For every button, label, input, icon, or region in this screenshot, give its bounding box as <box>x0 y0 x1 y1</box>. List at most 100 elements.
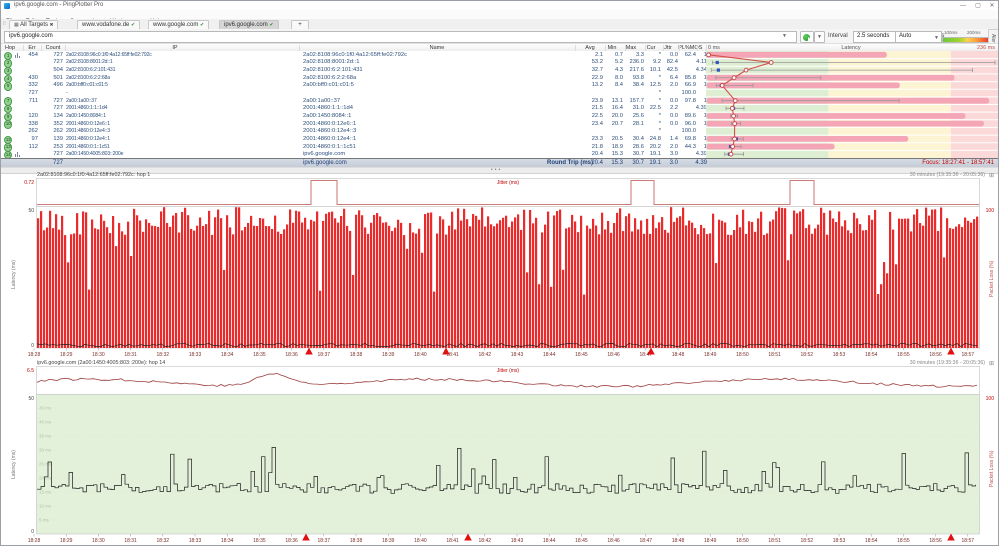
cell-jttr: 82.4 <box>666 59 678 66</box>
svg-text:18:39: 18:39 <box>382 352 395 358</box>
table-row[interactable]: 10 338 352 2001:4860:0:12e6::1 2001:4860:0:1… <box>1 120 707 129</box>
cell-err: 97 <box>31 135 38 142</box>
table-row[interactable]: 1 454 727 2a02:8108:96c0:1f0:4a12:65ff:fe02… <box>1 51 707 60</box>
latency-color-scale <box>942 36 991 43</box>
close-tab-icon[interactable]: ✖ <box>50 22 54 27</box>
svg-text:18:52: 18:52 <box>801 538 814 544</box>
rt-name: ipv6.google.com <box>303 160 347 166</box>
target-input[interactable]: ipv6.google.com <box>4 31 797 43</box>
table-row[interactable]: 9 120 134 2a00:1450:8084::1 2a00:1450:8084::… <box>1 112 707 122</box>
graph2-right-axis-label: Packet Loss (%) <box>989 450 995 487</box>
svg-text:100: 100 <box>986 208 995 214</box>
table-row[interactable]: 13 112 253 2001:4860:0:1::1c51 2001:4860:0:1… <box>1 143 707 152</box>
cell-err: 332 <box>28 82 38 89</box>
toolbar: ipv6.google.com ▼ ▼ Interval 2.5 seconds… <box>1 29 998 44</box>
tab-label: ipv6.google.com <box>224 22 268 28</box>
cell-avg: 13.2 <box>591 82 603 89</box>
interval-value: 2.5 seconds <box>857 33 890 39</box>
start-options-dropdown[interactable]: ▼ <box>814 31 825 43</box>
tab-label: www.vodafone.de <box>82 22 130 28</box>
svg-text:18:34: 18:34 <box>221 352 234 358</box>
tab-ipv6.google.com[interactable]: ipv6.google.com ✔ <box>219 20 279 29</box>
table-row[interactable]: 2 727 2a02:8108:8001:2d::1 2a02:8108:8001:2… <box>1 59 707 68</box>
cell-pl: 100.0 <box>681 90 696 96</box>
cell-count: 262 <box>53 128 63 135</box>
grip-icon: ⁞⁞ <box>3 21 6 27</box>
cell-err: 711 <box>28 97 38 104</box>
alert-marker-icon <box>947 347 955 355</box>
cell-count: 134 <box>53 112 63 119</box>
alert-marker-icon <box>947 533 955 541</box>
table-row[interactable]: 727 - * 100.0 <box>1 89 706 97</box>
svg-text:18:42: 18:42 <box>479 352 492 358</box>
cell-avg: 2.1 <box>594 51 603 58</box>
cell-avg: 23.9 <box>591 97 603 104</box>
cell-ip: 2a00:1450:4005:803::200e <box>66 151 124 158</box>
svg-text:18:31: 18:31 <box>124 352 137 358</box>
cell-avg: 22.9 <box>591 74 603 81</box>
svg-text:18:45: 18:45 <box>575 352 588 358</box>
svg-text:18:48: 18:48 <box>672 538 685 544</box>
table-row[interactable]: 262 262 2001:4860:0:12e4::3 2001:4860:0:12e… <box>1 127 706 135</box>
tab-www.vodafone.de[interactable]: www.vodafone.de ✔ <box>77 20 141 29</box>
cell-count: 352 <box>53 120 63 127</box>
cell-mos: 4.39 <box>695 105 707 112</box>
graph2-timeline[interactable]: 45 ms40 ms35 ms30 ms25 ms20 ms15 ms10 ms… <box>1 366 999 546</box>
cell-pl: 100.0 <box>681 128 696 135</box>
cell-count: 501 <box>53 74 63 81</box>
cell-name: 2a02:8108:96c0:1f0:4a12:65ff:fe02:792c <box>303 51 408 58</box>
table-row[interactable]: 7 711 727 2a00:1a00::37 2a00:1a00::37 23.9 13.… <box>1 97 707 106</box>
focus-range-label: Focus: 18:27:41 - 18:57:41 <box>922 160 994 166</box>
cell-count: 727 <box>53 59 63 66</box>
svg-text:50: 50 <box>28 208 34 214</box>
svg-text:18:43: 18:43 <box>511 352 524 358</box>
tab-www.google.com[interactable]: www.google.com ✔ <box>148 20 210 29</box>
cell-err: 430 <box>28 74 38 81</box>
table-row[interactable]: 3 504 2a02:8100:6:2:101:431 2a02:8100:6:2:1… <box>1 66 707 76</box>
svg-text:18:53: 18:53 <box>833 352 846 358</box>
svg-text:18:51: 18:51 <box>768 538 781 544</box>
svg-text:18:40: 18:40 <box>414 538 427 544</box>
graph1-timeline[interactable]: 0.72 Jitter (ms)50010018:28 18:29 18:30 18:3… <box>1 178 999 359</box>
latency-graph-panel[interactable] <box>706 51 998 158</box>
table-row[interactable]: 5 332 496 2a00:bff0:c01:c01:5 2a00:bff0:c01:… <box>1 82 707 91</box>
cell-name: 2a00:1450:8084::1 <box>303 112 352 119</box>
svg-text:30 ms: 30 ms <box>39 448 52 453</box>
svg-text:18:57: 18:57 <box>962 352 975 358</box>
cell-ip: 2a02:8100:6:2:2:68a <box>66 74 110 81</box>
table-row[interactable]: 8 727 2001:4860:1:1::1d4 2001:4860:1:1::1d4… <box>1 105 707 114</box>
start-trace-button[interactable] <box>800 31 814 43</box>
cell-err: 338 <box>28 120 38 127</box>
maximize-button[interactable]: ▢ <box>971 2 985 10</box>
window-title: ipv6.google.com - PingPlotter Pro <box>14 2 104 8</box>
table-row[interactable]: 12 97 139 2001:4860:0:12e4::1 2001:4860:0:12… <box>1 135 707 145</box>
check-icon: ✔ <box>269 22 274 28</box>
new-tab-button[interactable]: + <box>291 20 309 29</box>
focus-select[interactable]: Auto ▼ <box>895 31 942 43</box>
table-row[interactable]: 14 727 2a00:1450:4005:803::200e ipv6.google… <box>1 150 707 160</box>
splitter-handle[interactable]: ••• <box>1 167 998 174</box>
cell-count: 727 <box>53 97 63 104</box>
svg-text:18:51: 18:51 <box>768 352 781 358</box>
table-row[interactable]: 4 430 501 2a02:8100:6:2:2:68a 2a02:8100:6:2:… <box>1 74 707 83</box>
close-button[interactable]: ✕ <box>985 2 998 10</box>
svg-text:18:38: 18:38 <box>350 352 363 358</box>
cell-jttr: 2.2 <box>669 105 678 112</box>
target-dropdown-icon[interactable]: ▼ <box>782 33 787 39</box>
cell-jttr: 3.0 <box>669 151 678 158</box>
cell-name: 2a00:1a00::37 <box>303 97 341 104</box>
cell-name: 2001:4860:0:1::1c51 <box>303 143 356 150</box>
svg-text:Jitter (ms): Jitter (ms) <box>497 180 520 186</box>
svg-text:18:48: 18:48 <box>672 352 685 358</box>
tab-all-targets[interactable]: ▦ All Targets ✖ <box>9 20 59 29</box>
legend-200ms-label: 200ms <box>967 30 981 35</box>
alert-marker-icon <box>302 533 310 541</box>
svg-text:10 ms: 10 ms <box>39 504 52 509</box>
cell-avg: 21.5 <box>591 105 603 112</box>
cell-name: ipv6.google.com <box>303 151 346 158</box>
cell-ip: 2a00:1a00::37 <box>66 97 97 104</box>
minimize-button[interactable]: — <box>956 2 970 10</box>
cell-ip: 2001:4860:0:1::1c51 <box>66 143 110 150</box>
cell-mos: 1 <box>703 120 707 127</box>
svg-text:18:38: 18:38 <box>350 538 363 544</box>
